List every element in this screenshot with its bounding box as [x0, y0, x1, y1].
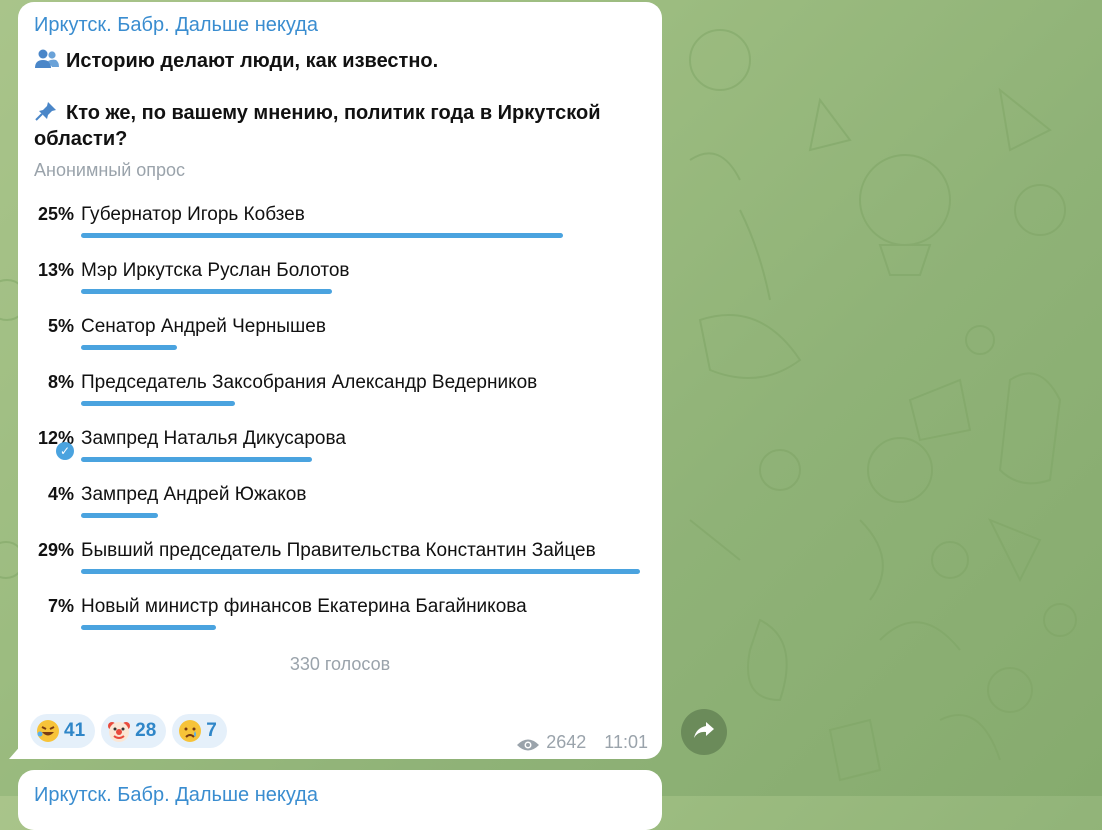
poll-option-percent: 25%: [37, 204, 74, 224]
poll-option: 25% Губернатор Игорь Кобзев: [18, 204, 662, 260]
rofl-emoji-icon: [36, 719, 60, 743]
poll-option-text: Сенатор Андрей Чернышев: [81, 316, 326, 337]
poll-option-percent: 7%: [47, 596, 74, 616]
poll-option: 5% Сенатор Андрей Чернышев: [18, 316, 662, 372]
poll-message-bubble: Иркутск. Бабр. Дальше некуда Историю дел…: [9, 2, 662, 759]
message-meta: 2642 11:01: [516, 732, 648, 753]
poll-option-text: Председатель Заксобрания Александр Ведер…: [81, 372, 538, 393]
clown-emoji-icon: [107, 719, 131, 743]
poll-option-bar: [81, 457, 312, 462]
poll-option-percent: 5%: [47, 316, 74, 336]
poll-type-label: Анонимный опрос: [34, 160, 186, 180]
poll-option-percent: 13%: [37, 260, 74, 280]
poll-option: 4% Зампред Андрей Южаков: [18, 484, 662, 540]
poll-option-bar: [81, 289, 332, 294]
poll-option-bar: [81, 625, 216, 630]
poll-option-bar: [81, 401, 235, 406]
pushpin-icon: [34, 100, 60, 122]
poll-votes-count: 330 голосов: [289, 654, 391, 674]
poll-option-text: Новый министр финансов Екатерина Багайни…: [81, 596, 527, 617]
poll-option-text: Губернатор Игорь Кобзев: [81, 204, 305, 225]
reaction-crying-count: 7: [206, 720, 217, 741]
reactions-bar: 41 28 7: [30, 714, 227, 748]
channel-name[interactable]: Иркутск. Бабр. Дальше некуда: [34, 14, 318, 37]
reaction-rofl-count: 41: [64, 720, 86, 741]
poll-option: 13% Мэр Иркутска Руслан Болотов: [18, 260, 662, 316]
poll-option-bar: [81, 513, 158, 518]
next-message-bubble: Иркутск. Бабр. Дальше некуда: [18, 770, 662, 830]
message-line-2: Кто же, по вашему мнению, политик года в…: [34, 100, 601, 126]
bubble-tail: [9, 743, 23, 759]
poll-option-bar: [81, 233, 563, 238]
message-line-3: области?: [34, 128, 128, 150]
poll-option-percent: 8%: [47, 372, 74, 392]
message-line-1-text: Историю делают люди, как известно.: [66, 50, 439, 72]
poll-option: 7% Новый министр финансов Екатерина Багай…: [18, 596, 662, 652]
poll-option: 8% Председатель Заксобрания Александр Вед…: [18, 372, 662, 428]
poll-option-bar: [81, 569, 640, 574]
poll-option-text: Бывший председатель Правительства Конста…: [81, 540, 596, 561]
poll-option-text: Зампред Андрей Южаков: [81, 484, 307, 505]
chosen-check-icon: ✓: [56, 442, 74, 460]
message-time: 11:01: [604, 732, 648, 752]
share-button[interactable]: [681, 709, 727, 755]
reaction-rofl[interactable]: 41: [30, 714, 96, 748]
views-count: 2642: [546, 732, 587, 752]
poll-option-bar: [81, 345, 177, 350]
reaction-clown-count: 28: [135, 720, 157, 741]
poll-option-text: Мэр Иркутска Руслан Болотов: [81, 260, 350, 281]
reaction-clown[interactable]: 28: [101, 714, 167, 748]
poll-option-text: Зампред Наталья Дикусарова: [81, 428, 346, 449]
poll-option: 29% Бывший председатель Правительства Кон…: [18, 540, 662, 596]
message-line-2-text: Кто же, по вашему мнению, политик года в…: [66, 102, 601, 124]
share-arrow-icon: [693, 720, 715, 745]
poll-option-percent: 4%: [47, 484, 74, 504]
poll-option-percent: 29%: [37, 540, 74, 560]
poll-option: 12% Зампред Наталья Дикусарова ✓: [18, 428, 662, 484]
eye-icon: [516, 736, 540, 750]
reaction-crying[interactable]: 7: [172, 714, 227, 748]
message-line-1: Историю делают люди, как известно.: [34, 48, 438, 74]
crying-emoji-icon: [178, 719, 202, 743]
people-icon: [34, 48, 60, 70]
